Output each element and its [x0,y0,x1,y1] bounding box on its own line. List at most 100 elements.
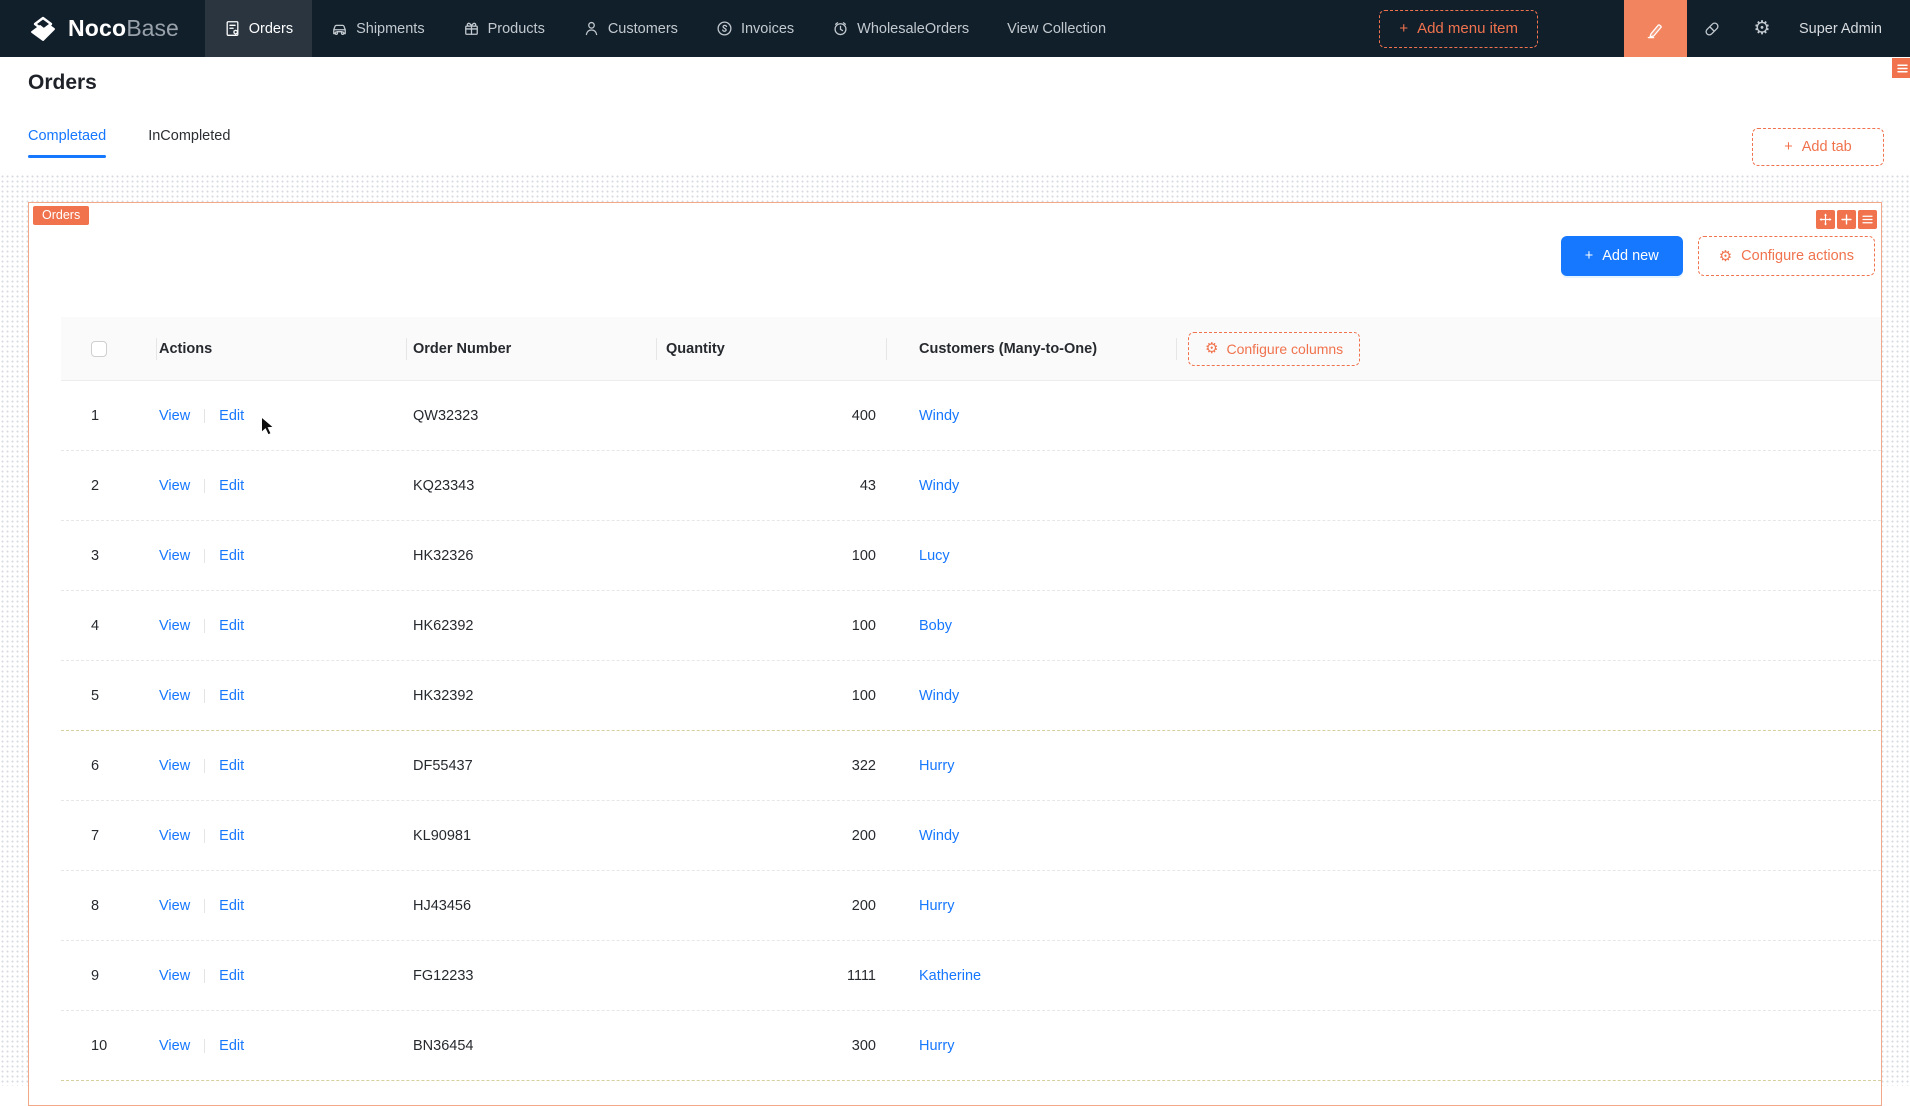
customer-link[interactable]: Katherine [919,968,981,984]
edit-link[interactable]: Edit [219,548,244,564]
table-row: 3 View Edit HK32326 100 Lucy [61,521,1881,591]
quantity-cell: 100 [851,687,876,704]
quantity-cell: 200 [851,827,876,844]
header-extra-cell: ⚙ Configure columns [1176,317,1881,380]
edit-link[interactable]: Edit [219,968,244,984]
row-index: 3 [91,547,100,564]
nav-item-label: Customers [607,20,678,37]
view-link[interactable]: View [159,758,190,774]
nav-item-invoices[interactable]: Invoices [697,0,813,57]
row-index: 9 [91,967,100,984]
customer-link[interactable]: Lucy [919,548,950,564]
nav-item-orders[interactable]: Orders [204,0,313,57]
row-index: 1 [91,407,100,424]
nav-item-view-collection[interactable]: View Collection [988,0,1125,57]
block-collection-badge[interactable]: Orders [33,206,90,225]
add-new-button[interactable]: + Add new [1560,236,1683,276]
add-tab-button[interactable]: + Add tab [1752,128,1884,166]
tab-completaed[interactable]: Completaed [28,128,107,158]
customer-link[interactable]: Hurry [919,758,954,774]
header-quantity: Quantity [656,317,886,380]
action-divider [204,898,206,913]
edit-link[interactable]: Edit [219,828,244,844]
row-index: 10 [91,1037,108,1054]
ui-editor-icon [1648,23,1663,38]
table-row: 7 View Edit KL90981 200 Windy [61,801,1881,871]
block-menu-button[interactable] [1858,210,1877,229]
view-link[interactable]: View [159,1038,190,1054]
customer-link[interactable]: Hurry [919,898,954,914]
customer-link[interactable]: Hurry [919,1038,954,1054]
nav-item-shipments[interactable]: Shipments [312,0,444,57]
block-add-button[interactable] [1837,210,1856,229]
quantity-cell: 322 [851,757,876,774]
page-title: Orders [28,71,97,94]
edit-link[interactable]: Edit [219,478,244,494]
user-menu[interactable]: Super Admin [1787,21,1910,37]
view-link[interactable]: View [159,478,190,494]
view-link[interactable]: View [159,898,190,914]
table-row: 5 View Edit HK32392 100 Windy [61,661,1881,731]
row-index: 2 [91,477,100,494]
view-link[interactable]: View [159,828,190,844]
block-drag-button[interactable] [1816,210,1835,229]
ui-editor-button[interactable] [1623,0,1687,57]
quantity-cell: 100 [851,547,876,564]
page-designer-menu-button[interactable] [1892,58,1910,78]
action-divider [204,478,206,493]
plus-icon: + [1584,248,1594,264]
quantity-cell: 300 [851,1037,876,1054]
invoices-icon [717,21,732,36]
view-link[interactable]: View [159,688,190,704]
customer-link[interactable]: Windy [919,828,959,844]
edit-link[interactable]: Edit [219,898,244,914]
nav-item-customers[interactable]: Customers [564,0,697,57]
top-navbar: Noco Base Orders Shipments Products Cust… [0,0,1910,57]
add-tab-label: Add tab [1801,139,1852,155]
block-designer-controls [1816,210,1877,229]
orders-table: Actions Order Number Quantity Customers … [61,317,1881,1081]
select-all-checkbox[interactable] [91,340,107,357]
table-row: 10 View Edit BN36454 300 Hurry [61,1011,1881,1081]
nav-item-wholesale-orders[interactable]: WholesaleOrders [813,0,988,57]
edit-link[interactable]: Edit [219,618,244,634]
customer-link[interactable]: Windy [919,478,959,494]
edit-link[interactable]: Edit [219,758,244,774]
nav-item-products[interactable]: Products [444,0,564,57]
add-menu-item-button[interactable]: + Add menu item [1379,9,1538,48]
edit-link[interactable]: Edit [219,1038,244,1054]
customer-link[interactable]: Boby [919,618,952,634]
header-order-number: Order Number [406,317,656,380]
configure-columns-button[interactable]: ⚙ Configure columns [1188,331,1361,366]
view-link[interactable]: View [159,548,190,564]
order-number-cell: FG12233 [413,967,474,984]
order-number-cell: QW32323 [413,407,479,424]
order-number-cell: HK32392 [413,687,474,704]
order-number-cell: HJ43456 [413,897,472,914]
settings-button[interactable]: ⚙ [1737,0,1787,57]
action-divider [204,618,206,633]
nav-item-label: WholesaleOrders [857,20,970,37]
nocobase-logo[interactable]: Noco Base [0,0,205,57]
action-divider [204,548,206,563]
add-new-label: Add new [1602,248,1659,264]
plugin-manager-button[interactable] [1687,0,1737,57]
quantity-cell: 43 [859,477,876,494]
edit-link[interactable]: Edit [219,408,244,424]
action-divider [204,1038,206,1053]
customer-link[interactable]: Windy [919,688,959,704]
configure-actions-label: Configure actions [1741,248,1854,264]
view-link[interactable]: View [159,968,190,984]
nav-item-label: View Collection [1007,20,1107,37]
table-row: 4 View Edit HK62392 100 Boby [61,591,1881,661]
edit-link[interactable]: Edit [219,688,244,704]
tab-incompleted[interactable]: InCompleted [148,128,230,158]
quantity-cell: 1111 [846,967,876,984]
view-link[interactable]: View [159,618,190,634]
header-customers: Customers (Many-to-One) [886,317,1176,380]
row-index: 5 [91,687,100,704]
view-link[interactable]: View [159,408,190,424]
customer-link[interactable]: Windy [919,408,959,424]
table-row: 8 View Edit HJ43456 200 Hurry [61,871,1881,941]
configure-actions-button[interactable]: ⚙ Configure actions [1697,236,1875,276]
